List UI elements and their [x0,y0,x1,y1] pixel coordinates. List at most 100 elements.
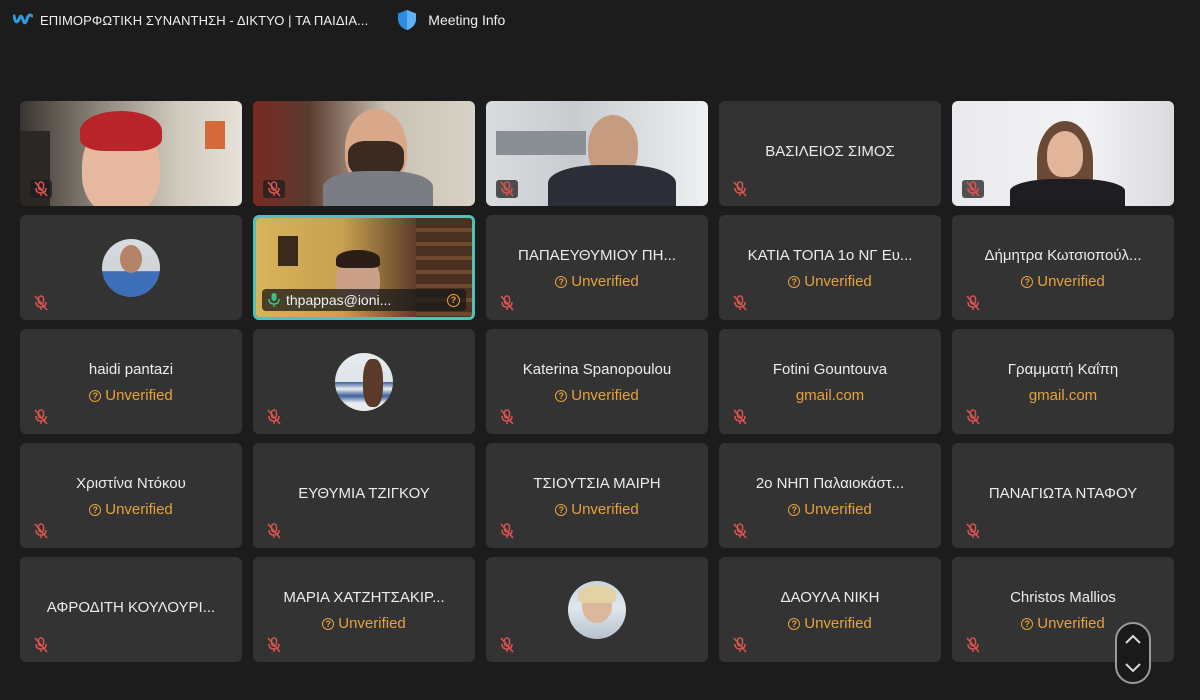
participant-domain: gmail.com [795,387,865,404]
participant-tile[interactable] [253,101,475,206]
microphone-muted-icon [30,294,52,312]
unverified-icon: ? [788,503,801,516]
participant-tile[interactable] [486,101,708,206]
microphone-muted-icon [496,522,518,540]
participant-name: Christos Mallios [1010,589,1116,606]
shield-icon [398,10,417,30]
participant-name: Katerina Spanopoulou [522,361,672,378]
participant-name: ΠΑΝΑΓΙΩΤΑ ΝΤΑΦΟΥ [988,485,1138,502]
unverified-icon: ? [1021,275,1034,288]
participant-tile[interactable]: ΚΑΤΙΑ ΤΟΠΑ 1ο ΝΓ Ευ... ? Unverified [719,215,941,320]
participant-name: Χριστίνα Ντόκου [76,475,186,492]
participant-tile[interactable]: haidi pantazi ? Unverified [20,329,242,434]
participant-tile[interactable]: Χριστίνα Ντόκου ? Unverified [20,443,242,548]
participant-tile[interactable] [20,101,242,206]
participant-name: thpappas@ioni... [286,292,392,308]
participant-video [20,101,242,206]
participant-video [952,101,1174,206]
verification-status: ? Unverified [719,273,941,290]
unverified-icon: ? [555,503,568,516]
participant-tile[interactable]: Γραμματή Καΐπη gmail.com [952,329,1174,434]
microphone-muted-icon [962,636,984,654]
microphone-muted-icon [263,636,285,654]
unverified-icon: ? [89,389,102,402]
grid-page-scroller [1115,622,1151,684]
participant-domain: gmail.com [1028,387,1098,404]
participant-name: ΒΑΣΙΛΕΙΟΣ ΣΙΜΟΣ [765,143,895,160]
unverified-icon: ? [788,275,801,288]
unverified-icon: ? [322,617,335,630]
active-speaker-tile[interactable]: thpappas@ioni... ? [253,215,475,320]
unverified-icon: ? [555,389,568,402]
participant-name: 2ο ΝΗΠ Παλαιοκάστ... [755,475,905,492]
verification-status: ? Unverified [719,615,941,632]
chevron-up-icon[interactable] [1124,633,1142,645]
microphone-muted-icon [962,294,984,312]
unverified-icon: ? [89,503,102,516]
meeting-info-label: Meeting Info [428,12,506,28]
microphone-muted-icon [30,636,52,654]
participant-tile[interactable] [20,215,242,320]
microphone-muted-icon [496,636,518,654]
microphone-muted-icon [30,522,52,540]
verification-status: ? Unverified [253,615,475,632]
microphone-muted-icon [729,408,751,426]
verification-status: ? Unverified [20,501,242,518]
title-bar: ΕΠΙΜΟΡΦΩΤΙΚΗ ΣΥΝΑΝΤΗΣΗ - ΔΙΚΤΥΟ | ΤΑ ΠΑΙ… [0,0,1200,40]
participant-tile[interactable]: ΤΣΙΟΥΤΣΙΑ ΜΑΙΡΗ ? Unverified [486,443,708,548]
participant-name: ΔΑΟΥΛΑ ΝΙΚΗ [780,589,880,606]
microphone-muted-icon [496,408,518,426]
participant-name: haidi pantazi [88,361,174,378]
participant-tile[interactable] [253,329,475,434]
chevron-down-icon[interactable] [1124,662,1142,674]
microphone-muted-icon [30,408,52,426]
webex-logo-icon [12,9,34,31]
avatar [102,238,160,297]
meeting-title: ΕΠΙΜΟΡΦΩΤΙΚΗ ΣΥΝΑΝΤΗΣΗ - ΔΙΚΤΥΟ | ΤΑ ΠΑΙ… [40,12,369,28]
microphone-muted-icon [30,180,52,198]
participant-tile[interactable]: 2ο ΝΗΠ Παλαιοκάστ... ? Unverified [719,443,941,548]
microphone-muted-icon [263,522,285,540]
participant-name: ΠΑΠΑΕΥΘΥΜΙΟΥ ΠΗ... [518,247,676,264]
verification-status: ? Unverified [952,273,1174,290]
verification-status: ? Unverified [486,387,708,404]
microphone-muted-icon [263,180,285,198]
participant-name: Γραμματή Καΐπη [1007,361,1119,378]
participant-name: ΑΦΡΟΔΙΤΗ ΚΟΥΛΟΥΡΙ... [46,599,216,616]
participant-name: ΜΑΡΙΑ ΧΑΤΖΗΤΣΑΚΙΡ... [283,589,445,606]
participant-tile[interactable]: Katerina Spanopoulou ? Unverified [486,329,708,434]
microphone-muted-icon [263,408,285,426]
microphone-muted-icon [962,180,984,198]
avatar [335,352,393,411]
participant-tile[interactable]: ΠΑΝΑΓΙΩΤΑ ΝΤΑΦΟΥ [952,443,1174,548]
participant-tile[interactable]: Δήμητρα Κωτσιοπούλ... ? Unverified [952,215,1174,320]
active-speaker-name-bar: thpappas@ioni... ? [262,289,466,311]
participant-name: ΤΣΙΟΥΤΣΙΑ ΜΑΙΡΗ [533,475,661,492]
verification-status: ? Unverified [486,501,708,518]
participant-video [253,101,475,206]
participant-tile[interactable]: ΑΦΡΟΔΙΤΗ ΚΟΥΛΟΥΡΙ... [20,557,242,662]
participant-name: Δήμητρα Κωτσιοπούλ... [984,247,1142,264]
participant-tile[interactable] [486,557,708,662]
participant-tile[interactable]: Fotini Gountouva gmail.com [719,329,941,434]
microphone-muted-icon [496,180,518,198]
participant-grid: ΒΑΣΙΛΕΙΟΣ ΣΙΜΟΣ thpappas@ioni... ? ΠΑΠΑΕ… [20,101,1174,662]
participant-tile[interactable]: ΜΑΡΙΑ ΧΑΤΖΗΤΣΑΚΙΡ... ? Unverified [253,557,475,662]
participant-tile[interactable]: ΒΑΣΙΛΕΙΟΣ ΣΙΜΟΣ [719,101,941,206]
microphone-muted-icon [962,408,984,426]
meeting-info-button[interactable]: Meeting Info [396,9,505,31]
participant-tile[interactable]: ΕΥΘΥΜΙΑ ΤΖΙΓΚΟΥ [253,443,475,548]
microphone-icon [268,293,280,307]
participant-name: Fotini Gountouva [772,361,888,378]
participant-tile[interactable]: ΔΑΟΥΛΑ ΝΙΚΗ ? Unverified [719,557,941,662]
unverified-icon: ? [788,617,801,630]
microphone-muted-icon [962,522,984,540]
verification-status: ? Unverified [719,501,941,518]
unverified-icon: ? [447,293,460,307]
microphone-muted-icon [729,636,751,654]
unverified-icon: ? [1021,617,1034,630]
unverified-icon: ? [555,275,568,288]
participant-tile[interactable]: ΠΑΠΑΕΥΘΥΜΙΟΥ ΠΗ... ? Unverified [486,215,708,320]
microphone-muted-icon [729,294,751,312]
participant-tile[interactable] [952,101,1174,206]
